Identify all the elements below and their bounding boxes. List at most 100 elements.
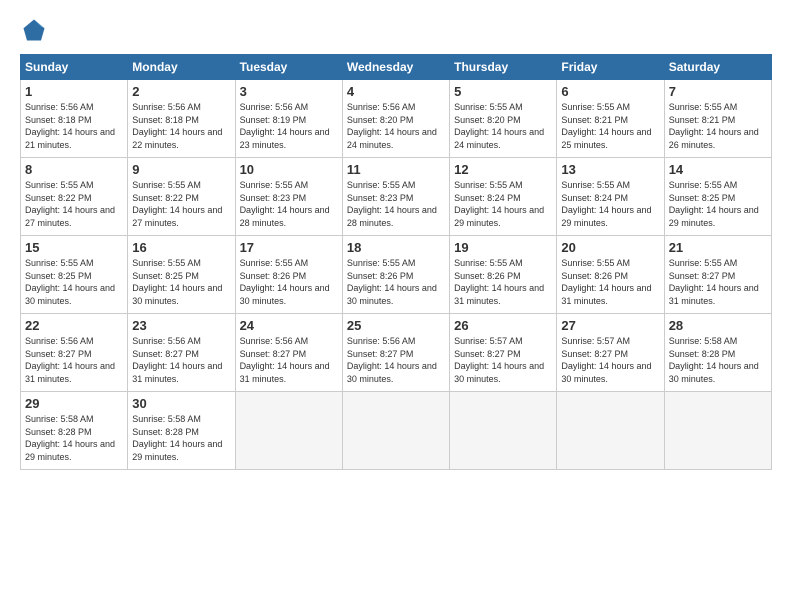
day-info: Sunrise: 5:56 AM Sunset: 8:27 PM Dayligh…	[240, 335, 338, 385]
daylight-label: Daylight: 14 hours and 30 minutes.	[347, 361, 437, 384]
sunrise: Sunrise: 5:56 AM	[240, 102, 309, 112]
sunrise: Sunrise: 5:58 AM	[25, 414, 94, 424]
sunrise: Sunrise: 5:56 AM	[25, 102, 94, 112]
calendar-cell: 12 Sunrise: 5:55 AM Sunset: 8:24 PM Dayl…	[450, 158, 557, 236]
daylight-label: Daylight: 14 hours and 28 minutes.	[347, 205, 437, 228]
sunset: Sunset: 8:26 PM	[240, 271, 307, 281]
day-number: 9	[132, 162, 230, 177]
calendar-cell: 26 Sunrise: 5:57 AM Sunset: 8:27 PM Dayl…	[450, 314, 557, 392]
sunrise: Sunrise: 5:55 AM	[454, 180, 523, 190]
sunset: Sunset: 8:28 PM	[132, 427, 199, 437]
sunset: Sunset: 8:22 PM	[132, 193, 199, 203]
logo	[20, 16, 52, 44]
day-info: Sunrise: 5:55 AM Sunset: 8:25 PM Dayligh…	[25, 257, 123, 307]
day-info: Sunrise: 5:57 AM Sunset: 8:27 PM Dayligh…	[454, 335, 552, 385]
day-info: Sunrise: 5:55 AM Sunset: 8:25 PM Dayligh…	[669, 179, 767, 229]
calendar-cell: 24 Sunrise: 5:56 AM Sunset: 8:27 PM Dayl…	[235, 314, 342, 392]
sunrise: Sunrise: 5:55 AM	[561, 180, 630, 190]
day-number: 28	[669, 318, 767, 333]
calendar-cell: 11 Sunrise: 5:55 AM Sunset: 8:23 PM Dayl…	[342, 158, 449, 236]
sunrise: Sunrise: 5:56 AM	[347, 102, 416, 112]
calendar-cell: 13 Sunrise: 5:55 AM Sunset: 8:24 PM Dayl…	[557, 158, 664, 236]
day-number: 22	[25, 318, 123, 333]
calendar-cell: 2 Sunrise: 5:56 AM Sunset: 8:18 PM Dayli…	[128, 80, 235, 158]
daylight-label: Daylight: 14 hours and 22 minutes.	[132, 127, 222, 150]
week-row-2: 8 Sunrise: 5:55 AM Sunset: 8:22 PM Dayli…	[21, 158, 772, 236]
header-row: SundayMondayTuesdayWednesdayThursdayFrid…	[21, 55, 772, 80]
calendar-cell: 22 Sunrise: 5:56 AM Sunset: 8:27 PM Dayl…	[21, 314, 128, 392]
calendar-cell: 16 Sunrise: 5:55 AM Sunset: 8:25 PM Dayl…	[128, 236, 235, 314]
sunset: Sunset: 8:26 PM	[561, 271, 628, 281]
sunset: Sunset: 8:19 PM	[240, 115, 307, 125]
calendar-cell: 18 Sunrise: 5:55 AM Sunset: 8:26 PM Dayl…	[342, 236, 449, 314]
calendar-table: SundayMondayTuesdayWednesdayThursdayFrid…	[20, 54, 772, 470]
col-header-monday: Monday	[128, 55, 235, 80]
daylight-label: Daylight: 14 hours and 30 minutes.	[25, 283, 115, 306]
sunrise: Sunrise: 5:56 AM	[347, 336, 416, 346]
daylight-label: Daylight: 14 hours and 31 minutes.	[132, 361, 222, 384]
day-info: Sunrise: 5:55 AM Sunset: 8:23 PM Dayligh…	[240, 179, 338, 229]
day-info: Sunrise: 5:55 AM Sunset: 8:26 PM Dayligh…	[240, 257, 338, 307]
logo-icon	[20, 16, 48, 44]
page: SundayMondayTuesdayWednesdayThursdayFrid…	[0, 0, 792, 612]
sunrise: Sunrise: 5:55 AM	[25, 180, 94, 190]
week-row-4: 22 Sunrise: 5:56 AM Sunset: 8:27 PM Dayl…	[21, 314, 772, 392]
daylight-label: Daylight: 14 hours and 31 minutes.	[669, 283, 759, 306]
calendar-cell	[450, 392, 557, 470]
daylight-label: Daylight: 14 hours and 26 minutes.	[669, 127, 759, 150]
day-number: 1	[25, 84, 123, 99]
day-number: 17	[240, 240, 338, 255]
day-number: 12	[454, 162, 552, 177]
day-info: Sunrise: 5:55 AM Sunset: 8:24 PM Dayligh…	[454, 179, 552, 229]
sunset: Sunset: 8:27 PM	[561, 349, 628, 359]
daylight-label: Daylight: 14 hours and 31 minutes.	[454, 283, 544, 306]
sunrise: Sunrise: 5:55 AM	[240, 180, 309, 190]
calendar-cell	[557, 392, 664, 470]
sunrise: Sunrise: 5:58 AM	[669, 336, 738, 346]
daylight-label: Daylight: 14 hours and 27 minutes.	[25, 205, 115, 228]
day-number: 25	[347, 318, 445, 333]
day-info: Sunrise: 5:55 AM Sunset: 8:26 PM Dayligh…	[347, 257, 445, 307]
day-info: Sunrise: 5:58 AM Sunset: 8:28 PM Dayligh…	[669, 335, 767, 385]
sunset: Sunset: 8:18 PM	[132, 115, 199, 125]
daylight-label: Daylight: 14 hours and 23 minutes.	[240, 127, 330, 150]
calendar-cell: 9 Sunrise: 5:55 AM Sunset: 8:22 PM Dayli…	[128, 158, 235, 236]
day-number: 7	[669, 84, 767, 99]
day-number: 16	[132, 240, 230, 255]
sunset: Sunset: 8:23 PM	[347, 193, 414, 203]
sunrise: Sunrise: 5:55 AM	[240, 258, 309, 268]
day-number: 10	[240, 162, 338, 177]
day-info: Sunrise: 5:55 AM Sunset: 8:21 PM Dayligh…	[561, 101, 659, 151]
day-number: 3	[240, 84, 338, 99]
daylight-label: Daylight: 14 hours and 21 minutes.	[25, 127, 115, 150]
calendar-cell	[664, 392, 771, 470]
sunrise: Sunrise: 5:56 AM	[240, 336, 309, 346]
sunrise: Sunrise: 5:56 AM	[132, 336, 201, 346]
sunrise: Sunrise: 5:58 AM	[132, 414, 201, 424]
calendar-cell: 1 Sunrise: 5:56 AM Sunset: 8:18 PM Dayli…	[21, 80, 128, 158]
sunrise: Sunrise: 5:55 AM	[454, 258, 523, 268]
header	[20, 16, 772, 44]
day-info: Sunrise: 5:55 AM Sunset: 8:26 PM Dayligh…	[561, 257, 659, 307]
daylight-label: Daylight: 14 hours and 29 minutes.	[454, 205, 544, 228]
day-info: Sunrise: 5:56 AM Sunset: 8:19 PM Dayligh…	[240, 101, 338, 151]
day-info: Sunrise: 5:55 AM Sunset: 8:23 PM Dayligh…	[347, 179, 445, 229]
daylight-label: Daylight: 14 hours and 31 minutes.	[25, 361, 115, 384]
calendar-cell: 27 Sunrise: 5:57 AM Sunset: 8:27 PM Dayl…	[557, 314, 664, 392]
calendar-cell: 3 Sunrise: 5:56 AM Sunset: 8:19 PM Dayli…	[235, 80, 342, 158]
calendar-cell: 21 Sunrise: 5:55 AM Sunset: 8:27 PM Dayl…	[664, 236, 771, 314]
sunset: Sunset: 8:26 PM	[454, 271, 521, 281]
calendar-cell: 6 Sunrise: 5:55 AM Sunset: 8:21 PM Dayli…	[557, 80, 664, 158]
sunset: Sunset: 8:27 PM	[240, 349, 307, 359]
sunset: Sunset: 8:20 PM	[347, 115, 414, 125]
col-header-wednesday: Wednesday	[342, 55, 449, 80]
sunrise: Sunrise: 5:55 AM	[132, 180, 201, 190]
sunrise: Sunrise: 5:55 AM	[454, 102, 523, 112]
day-info: Sunrise: 5:55 AM Sunset: 8:20 PM Dayligh…	[454, 101, 552, 151]
calendar-cell: 5 Sunrise: 5:55 AM Sunset: 8:20 PM Dayli…	[450, 80, 557, 158]
daylight-label: Daylight: 14 hours and 29 minutes.	[132, 439, 222, 462]
sunrise: Sunrise: 5:55 AM	[669, 180, 738, 190]
day-info: Sunrise: 5:58 AM Sunset: 8:28 PM Dayligh…	[25, 413, 123, 463]
daylight-label: Daylight: 14 hours and 30 minutes.	[669, 361, 759, 384]
sunrise: Sunrise: 5:56 AM	[132, 102, 201, 112]
